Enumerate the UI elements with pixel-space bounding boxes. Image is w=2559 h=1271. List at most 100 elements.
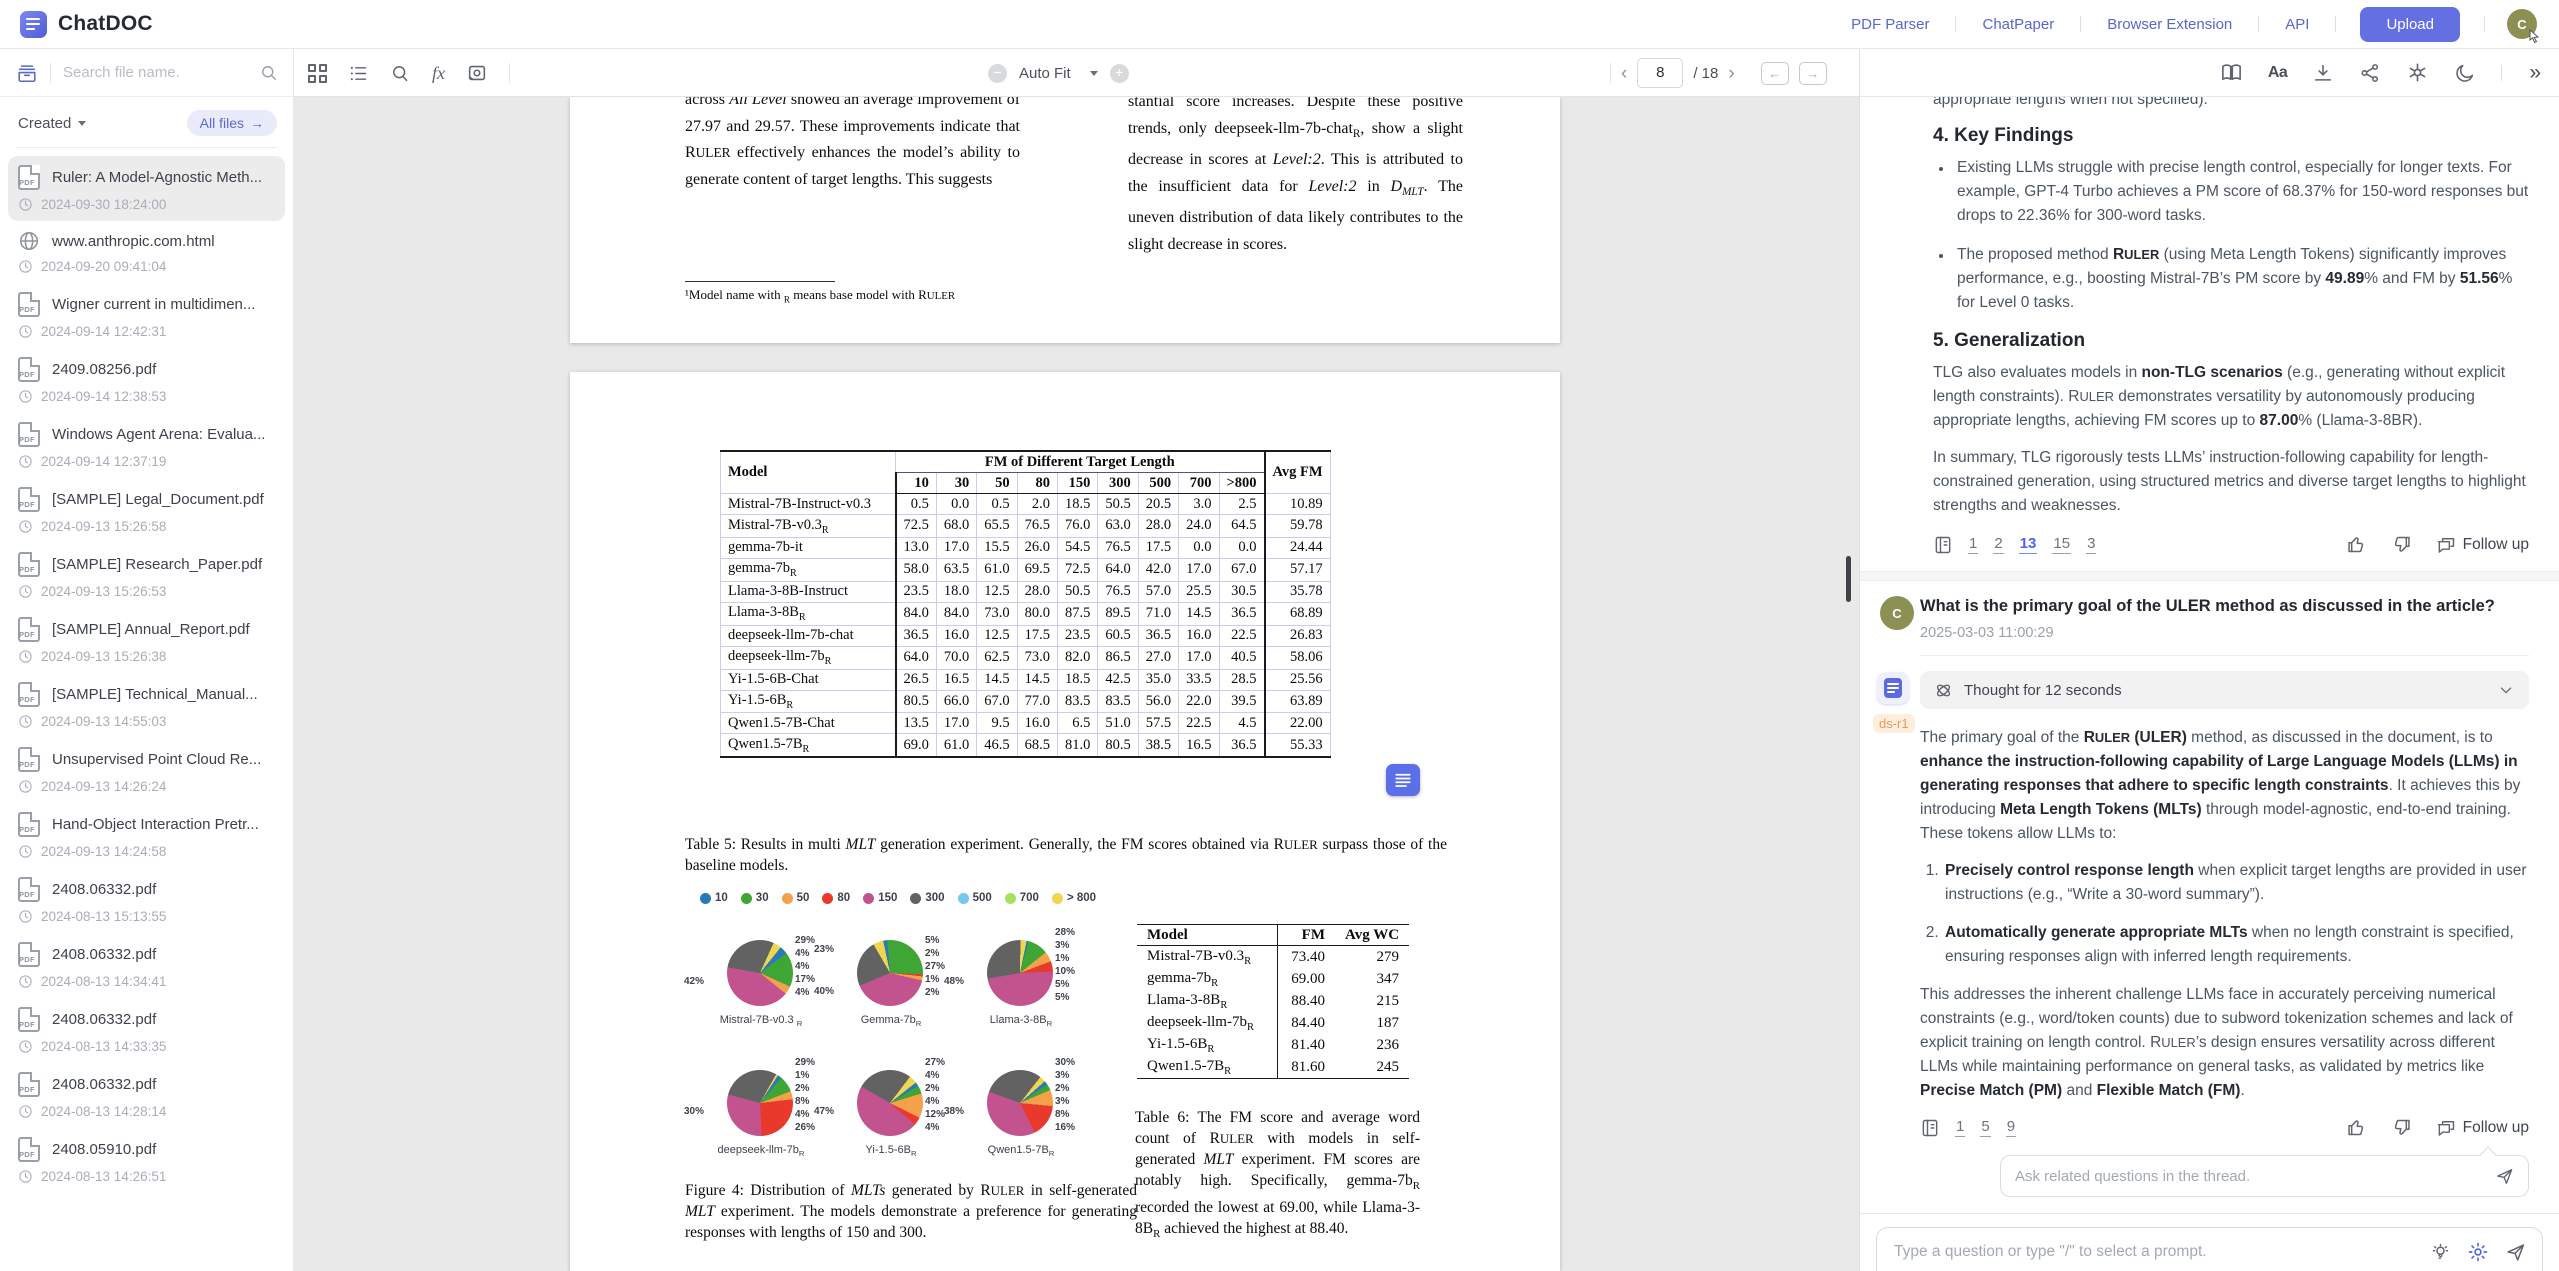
file-list-item[interactable]: PDF2408.06332.pdf2024-08-13 14:28:14 (8, 1063, 285, 1128)
pie-title: Mistral-7B-v0.3 R (686, 1014, 836, 1028)
file-list-item[interactable]: PDFUnsupervised Point Cloud Re...2024-09… (8, 738, 285, 803)
file-list-item[interactable]: PDFWigner current in multidimen...2024-0… (8, 283, 285, 348)
pdf-canvas[interactable]: across All Level showed an average impro… (294, 97, 1859, 1271)
file-timestamp: 2024-09-14 12:37:19 (41, 454, 166, 469)
search-icon[interactable] (259, 63, 279, 83)
message-separator (1860, 571, 2559, 581)
table6-caption: Table 6: The FM score and average word c… (1135, 1107, 1420, 1245)
nav-chatpaper[interactable]: ChatPaper (1956, 16, 2080, 33)
file-list-item[interactable]: PDFHand-Object Interaction Pretr...2024-… (8, 803, 285, 868)
all-files-button[interactable]: All files → (187, 110, 277, 136)
file-title: 2408.06332.pdf (52, 946, 267, 963)
legend-item: 500 (958, 892, 992, 904)
zoom-chevron-down-icon[interactable] (1090, 71, 1098, 76)
send-icon[interactable] (2495, 1167, 2514, 1186)
file-list-item[interactable]: PDF2409.08256.pdf2024-09-14 12:38:53 (8, 348, 285, 413)
chat-content: appropriate lengths when not specified).… (1860, 97, 2559, 1271)
thumbs-up-icon[interactable] (2346, 534, 2367, 555)
share-icon[interactable] (2359, 62, 2381, 84)
book-icon[interactable] (2220, 61, 2243, 84)
next-page-button[interactable]: › (1728, 64, 1734, 83)
follow-up-button[interactable]: Follow up (2436, 1118, 2529, 1138)
zoom-in-button[interactable]: + (1110, 64, 1129, 83)
file-list-item[interactable]: PDF2408.06332.pdf2024-08-13 14:34:41 (8, 933, 285, 998)
openai-icon[interactable] (2406, 61, 2429, 84)
archive-icon[interactable] (16, 62, 38, 84)
file-list-item[interactable]: PDF[SAMPLE] Technical_Manual...2024-09-1… (8, 673, 285, 738)
question-text: What is the primary goal of the ULER met… (1920, 597, 2529, 616)
page-ref-link[interactable]: 5 (1980, 1118, 1990, 1137)
nav-api[interactable]: API (2259, 16, 2335, 33)
file-list-item[interactable]: PDFWindows Agent Arena: Evalua...2024-09… (8, 413, 285, 478)
prompt-ideas-icon[interactable] (2430, 1242, 2451, 1263)
chatdoc-logo[interactable]: ChatDOC (20, 11, 153, 38)
page-number-input[interactable]: 8 (1637, 58, 1683, 88)
nav-pdf-parser[interactable]: PDF Parser (1825, 16, 1955, 33)
history-back-button[interactable]: ← (1761, 62, 1789, 85)
prompt-settings-gear-icon[interactable] (2467, 1241, 2489, 1263)
answer-numbered-list: Precisely control response length when e… (1920, 859, 2529, 969)
page-ref-link[interactable]: 3 (2086, 535, 2096, 554)
file-list-item[interactable]: PDF2408.05910.pdf2024-08-13 14:26:51 (8, 1128, 285, 1193)
zoom-out-button[interactable]: − (988, 64, 1007, 83)
figure4-caption: Figure 4: Distribution of MLTs generated… (685, 1180, 1137, 1243)
font-size-icon[interactable]: Aa (2268, 64, 2287, 82)
file-list-item[interactable]: PDF2408.06332.pdf2024-08-13 14:33:35 (8, 998, 285, 1063)
page-ref-link[interactable]: 2 (1993, 535, 2003, 554)
thumbs-down-icon[interactable] (2391, 534, 2412, 555)
page-ref-link[interactable]: 13 (2019, 535, 2038, 554)
previous-page-button[interactable]: ‹ (1621, 64, 1627, 83)
file-list-item[interactable]: PDF[SAMPLE] Legal_Document.pdf2024-09-13… (8, 478, 285, 543)
pie-percent-label: 17% (795, 973, 815, 986)
file-timestamp: 2024-09-13 15:26:58 (41, 519, 166, 534)
extract-table-button[interactable] (1386, 764, 1420, 796)
page-ref-link[interactable]: 15 (2052, 535, 2071, 554)
arrow-right-icon: → (250, 115, 264, 131)
thumbs-up-icon[interactable] (2346, 1117, 2367, 1138)
dark-mode-moon-icon[interactable] (2454, 62, 2476, 84)
pie-percent-label: 30% (684, 1106, 704, 1117)
page-ref-link[interactable]: 9 (2006, 1118, 2016, 1137)
legend-item: > 800 (1052, 892, 1096, 904)
follow-up-button[interactable]: Follow up (2436, 535, 2529, 555)
app-title: ChatDOC (58, 12, 153, 36)
download-icon[interactable] (2312, 62, 2334, 84)
page-ref-link[interactable]: 1 (1955, 1118, 1965, 1137)
thought-toggle[interactable]: Thought for 12 seconds (1920, 671, 2529, 709)
upload-button[interactable]: Upload (2360, 7, 2460, 42)
user-avatar[interactable]: C (2507, 9, 2537, 39)
viewer-scrollbar-thumb[interactable] (1846, 556, 1851, 602)
screenshot-icon[interactable] (466, 62, 488, 84)
file-list-item[interactable]: PDF[SAMPLE] Annual_Report.pdf2024-09-13 … (8, 608, 285, 673)
pdf-file-icon: PDF (18, 617, 40, 642)
thumbnail-grid-icon[interactable] (308, 64, 327, 83)
file-list-item[interactable]: PDF2408.06332.pdf2024-08-13 15:13:55 (8, 868, 285, 933)
legend-item: 50 (782, 892, 810, 904)
send-icon[interactable] (2505, 1242, 2526, 1263)
clipped-summary-line: appropriate lengths when not specified). (1933, 97, 2529, 110)
legend-swatch (741, 893, 752, 904)
outline-list-icon[interactable] (348, 63, 369, 84)
thread-reply-input[interactable]: Ask related questions in the thread. (2000, 1155, 2529, 1197)
file-list-item[interactable]: PDF[SAMPLE] Research_Paper.pdf2024-09-13… (8, 543, 285, 608)
table-icon (1394, 771, 1412, 789)
collapse-panel-icon[interactable]: » (2529, 61, 2541, 85)
file-title: Hand-Object Interaction Pretr... (52, 816, 267, 833)
nav-browser-extension[interactable]: Browser Extension (2081, 16, 2258, 33)
formula-icon[interactable]: fx (432, 63, 445, 84)
cited-pages-icon (1920, 1118, 1940, 1138)
thumbs-down-icon[interactable] (2391, 1117, 2412, 1138)
pdf-toolbar: fx − Auto Fit + ‹ 8 / 18 › ← → (294, 49, 1859, 97)
toolbar-divider (2501, 65, 2502, 81)
search-input[interactable]: Search file name. (63, 64, 259, 81)
history-forward-button[interactable]: → (1799, 62, 1827, 85)
zoom-level[interactable]: Auto Fit (1019, 65, 1071, 82)
page-ref-link[interactable]: 1 (1968, 535, 1978, 554)
main-question-input[interactable]: Type a question or type "/" to select a … (1876, 1227, 2543, 1271)
sort-by-created[interactable]: Created (18, 115, 71, 132)
search-document-icon[interactable] (390, 63, 411, 84)
file-list-item[interactable]: www.anthropic.com.html2024-09-20 09:41:0… (8, 221, 285, 283)
chat-toolbar: Aa » (1860, 49, 2559, 97)
pie-percent-label: 42% (684, 976, 704, 987)
file-list-item[interactable]: PDFRuler: A Model-Agnostic Meth...2024-0… (8, 156, 285, 221)
